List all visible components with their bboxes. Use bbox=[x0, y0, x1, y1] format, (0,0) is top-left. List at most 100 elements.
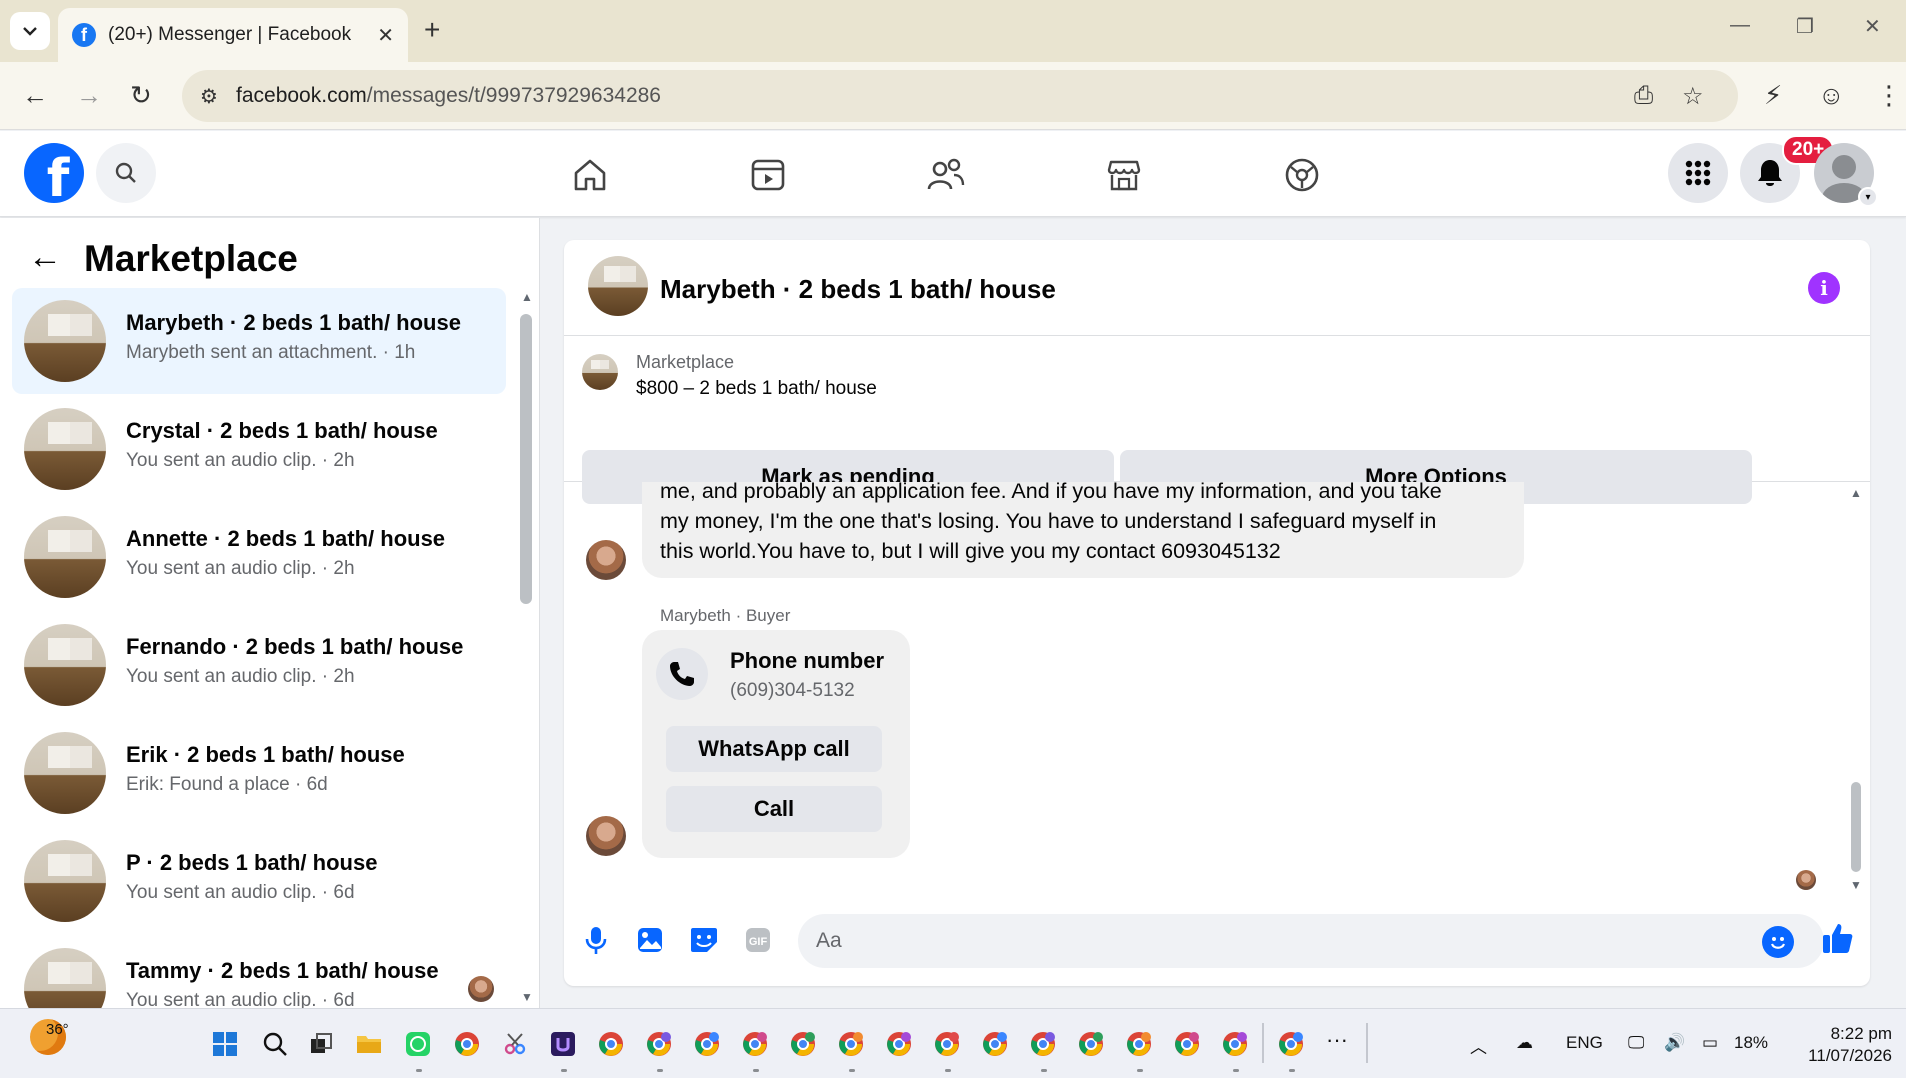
bookmark-star-icon[interactable]: ☆ bbox=[1682, 82, 1704, 111]
facebook-logo-icon[interactable]: f bbox=[24, 143, 84, 203]
listing-title[interactable]: $800 – 2 beds 1 bath/ house bbox=[636, 378, 877, 400]
message-line: this world.You have to, but I will give … bbox=[660, 539, 1281, 563]
chrome-profile-icon[interactable] bbox=[982, 1031, 1008, 1057]
listing-thumbnail bbox=[24, 408, 106, 490]
menu-grid-button[interactable] bbox=[1668, 143, 1728, 203]
tab-list-button[interactable] bbox=[10, 12, 50, 50]
task-view-icon[interactable] bbox=[308, 1031, 334, 1057]
chrome-profile-icon[interactable] bbox=[1222, 1031, 1248, 1057]
conversation-item[interactable]: Fernando · 2 beds 1 bath/ house You sent… bbox=[12, 612, 506, 718]
chrome-profile-icon[interactable] bbox=[1174, 1031, 1200, 1057]
close-window-icon[interactable]: ✕ bbox=[1864, 14, 1881, 39]
chrome-profile-icon[interactable] bbox=[1078, 1031, 1104, 1057]
onedrive-icon[interactable]: ☁ bbox=[1516, 1033, 1533, 1053]
chrome-profile-icon[interactable] bbox=[694, 1031, 720, 1057]
sticker-icon[interactable] bbox=[688, 924, 720, 956]
new-tab-button[interactable]: + bbox=[424, 14, 440, 46]
video-nav-icon[interactable] bbox=[746, 153, 790, 197]
gif-icon[interactable]: GIF bbox=[742, 924, 774, 956]
whatsapp-call-button[interactable]: WhatsApp call bbox=[666, 726, 882, 772]
conversation-item[interactable]: P · 2 beds 1 bath/ house You sent an aud… bbox=[12, 828, 506, 934]
extension-icon[interactable]: ⚡ bbox=[1764, 80, 1782, 111]
reload-icon[interactable]: ↻ bbox=[130, 80, 152, 111]
battery-percent: 18% bbox=[1734, 1033, 1769, 1052]
account-chevron-icon[interactable]: ▾ bbox=[1858, 187, 1878, 207]
scroll-down-arrow-icon[interactable]: ▼ bbox=[521, 990, 533, 1004]
system-clock[interactable]: 8:22 pm 11/07/2026 bbox=[1798, 1023, 1892, 1067]
listing-category: Marketplace bbox=[636, 352, 735, 372]
conversation-preview: You sent an audio clip. · 6d bbox=[126, 990, 355, 1008]
conversation-name: Crystal · 2 beds 1 bath/ house bbox=[126, 418, 438, 443]
grid-icon bbox=[1685, 160, 1711, 186]
chrome-profile-icon[interactable] bbox=[742, 1031, 768, 1057]
chrome-profile-icon[interactable] bbox=[1030, 1031, 1056, 1057]
chat-scrollbar[interactable] bbox=[1851, 782, 1861, 872]
site-settings-icon[interactable]: ⚙ bbox=[200, 84, 218, 109]
conversation-preview: You sent an audio clip. · 2h bbox=[126, 666, 355, 687]
network-icon[interactable]: 🖵 bbox=[1628, 1033, 1644, 1053]
minimize-icon[interactable]: — bbox=[1730, 14, 1750, 37]
conversation-item[interactable]: Erik · 2 beds 1 bath/ house Erik: Found … bbox=[12, 720, 506, 826]
chrome-icon[interactable] bbox=[598, 1031, 624, 1057]
app-icon[interactable] bbox=[550, 1031, 576, 1057]
gaming-nav-icon[interactable] bbox=[1280, 153, 1324, 197]
profile-icon[interactable]: ☺ bbox=[1818, 80, 1845, 111]
forward-arrow-icon[interactable]: → bbox=[76, 80, 102, 111]
thumbs-up-icon[interactable] bbox=[1820, 920, 1856, 956]
address-bar[interactable]: ⚙ facebook.com/messages/t/99973792963428… bbox=[182, 70, 1738, 122]
snipping-tool-icon[interactable] bbox=[502, 1031, 528, 1057]
chrome-profile-icon[interactable] bbox=[934, 1031, 960, 1057]
conversation-item[interactable]: Crystal · 2 beds 1 bath/ house You sent … bbox=[12, 396, 506, 502]
chevron-down-icon bbox=[23, 27, 37, 36]
home-nav-icon[interactable] bbox=[568, 153, 612, 197]
search-icon[interactable] bbox=[262, 1031, 288, 1057]
scroll-up-arrow-icon[interactable]: ▲ bbox=[521, 290, 533, 304]
back-arrow-icon[interactable]: ← bbox=[22, 80, 48, 111]
listing-thumbnail bbox=[582, 354, 618, 390]
volume-icon[interactable]: 🔊 bbox=[1664, 1033, 1685, 1053]
photo-icon[interactable] bbox=[634, 924, 666, 956]
chrome-profile-icon[interactable] bbox=[838, 1031, 864, 1057]
whatsapp-icon[interactable] bbox=[405, 1031, 431, 1057]
taskbar-overflow[interactable]: ··· bbox=[1326, 1027, 1348, 1053]
restore-icon[interactable]: ❐ bbox=[1796, 14, 1814, 39]
chrome-icon[interactable] bbox=[454, 1031, 480, 1057]
emoji-icon[interactable] bbox=[1762, 926, 1794, 958]
conversation-item[interactable]: Annette · 2 beds 1 bath/ house You sent … bbox=[12, 504, 506, 610]
marketplace-nav-icon[interactable] bbox=[1102, 153, 1146, 197]
file-explorer-icon[interactable] bbox=[356, 1031, 382, 1057]
browser-tab[interactable]: f (20+) Messenger | Facebook ✕ bbox=[58, 8, 408, 62]
install-app-icon[interactable]: ⎙ bbox=[1634, 82, 1653, 110]
chrome-profile-icon[interactable] bbox=[1278, 1031, 1304, 1057]
chrome-profile-icon[interactable] bbox=[1126, 1031, 1152, 1057]
conversation-name: Erik · 2 beds 1 bath/ house bbox=[126, 742, 405, 767]
back-arrow-icon[interactable]: ← bbox=[28, 238, 62, 277]
windows-start-icon[interactable] bbox=[212, 1031, 238, 1057]
conversation-item[interactable]: Marybeth · 2 beds 1 bath/ house Marybeth… bbox=[12, 288, 506, 394]
chat-title[interactable]: Marybeth · 2 beds 1 bath/ house bbox=[660, 274, 1056, 305]
listing-thumbnail bbox=[24, 948, 106, 1008]
sidebar-scrollbar[interactable] bbox=[520, 314, 532, 604]
message-line: me, and probably an application fee. And… bbox=[660, 482, 1442, 503]
battery-icon[interactable]: ▭ bbox=[1702, 1033, 1718, 1053]
chrome-profile-icon[interactable] bbox=[790, 1031, 816, 1057]
microphone-icon[interactable] bbox=[580, 924, 612, 956]
info-icon[interactable]: i bbox=[1808, 272, 1840, 304]
tab-close-icon[interactable]: ✕ bbox=[377, 23, 394, 48]
sender-avatar[interactable] bbox=[586, 540, 626, 580]
conversation-item[interactable]: Tammy · 2 beds 1 bath/ house You sent an… bbox=[12, 936, 506, 1008]
message-input[interactable] bbox=[798, 914, 1824, 968]
language-indicator[interactable]: ENG bbox=[1566, 1033, 1603, 1053]
browser-menu-icon[interactable]: ⋮ bbox=[1876, 80, 1902, 111]
scroll-up-arrow-icon[interactable]: ▲ bbox=[1850, 486, 1862, 500]
chrome-profile-icon[interactable] bbox=[646, 1031, 672, 1057]
sender-avatar[interactable] bbox=[586, 816, 626, 856]
clock-date: 11/07/2026 bbox=[1808, 1046, 1892, 1065]
call-button[interactable]: Call bbox=[666, 786, 882, 832]
scroll-down-arrow-icon[interactable]: ▼ bbox=[1850, 878, 1862, 892]
chrome-profile-icon[interactable] bbox=[886, 1031, 912, 1057]
friends-nav-icon[interactable] bbox=[924, 153, 968, 197]
search-button[interactable] bbox=[96, 143, 156, 203]
message-bubble: me, and probably an application fee. And… bbox=[642, 482, 1524, 578]
tray-expand-icon[interactable]: ︿ bbox=[1470, 1033, 1487, 1058]
